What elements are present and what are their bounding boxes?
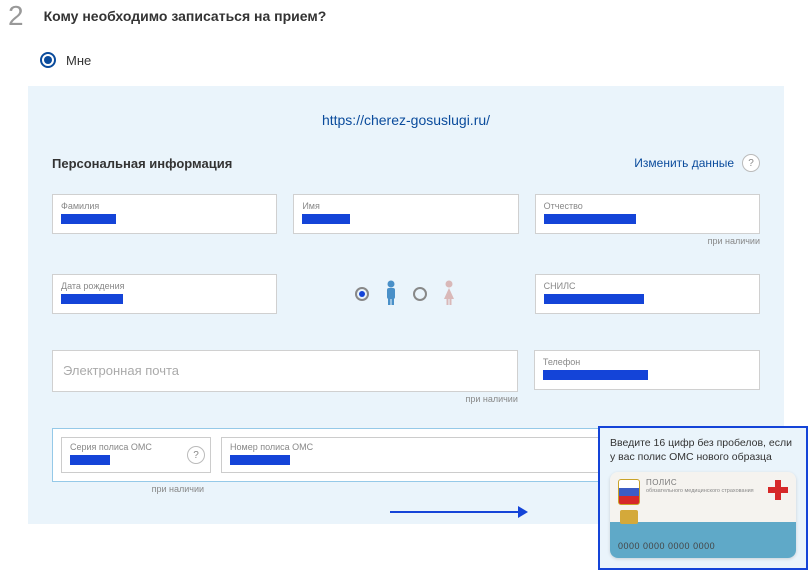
lastname-field[interactable]: Фамилия: [52, 194, 277, 234]
annotation-arrow-head: [518, 506, 528, 518]
snils-field[interactable]: СНИЛС: [535, 274, 760, 314]
oms-series-label: Серия полиса ОМС: [70, 442, 202, 452]
gender-selector: [293, 274, 518, 314]
section-title: Персональная информация: [52, 156, 232, 171]
redacted-value: [544, 214, 636, 224]
redacted-value: [61, 294, 123, 304]
medical-cross-icon: [768, 480, 788, 500]
redacted-value: [61, 214, 116, 224]
snils-label: СНИЛС: [544, 281, 751, 291]
birthdate-field[interactable]: Дата рождения: [52, 274, 277, 314]
annotation-arrow: [390, 511, 520, 513]
optional-hint: при наличии: [54, 484, 204, 494]
chip-icon: [620, 510, 638, 524]
female-icon: [441, 280, 457, 309]
redacted-value: [70, 455, 110, 465]
source-url[interactable]: https://cherez-gosuslugi.ru/: [52, 106, 760, 154]
male-icon: [383, 280, 399, 309]
lastname-label: Фамилия: [61, 201, 268, 211]
firstname-field[interactable]: Имя: [293, 194, 518, 234]
redacted-value: [230, 455, 290, 465]
redacted-value: [543, 370, 648, 380]
gender-male-radio[interactable]: [355, 287, 369, 301]
birthdate-label: Дата рождения: [61, 281, 268, 291]
email-field[interactable]: Электронная почта: [52, 350, 518, 392]
card-number: 0000 0000 0000 0000: [618, 540, 715, 552]
help-icon[interactable]: ?: [742, 154, 760, 172]
redacted-value: [302, 214, 350, 224]
emblem-icon: [618, 479, 640, 505]
radio-self-label: Мне: [66, 53, 91, 68]
change-data-link[interactable]: Изменить данные: [634, 156, 734, 170]
phone-label: Телефон: [543, 357, 751, 367]
oms-card-sample: ПОЛИС обязательного медицинского страхов…: [610, 472, 796, 558]
oms-tooltip: Введите 16 цифр без пробелов, если у вас…: [598, 426, 808, 570]
patronymic-label: Отчество: [544, 201, 751, 211]
firstname-label: Имя: [302, 201, 509, 211]
optional-hint: при наличии: [52, 394, 518, 404]
email-placeholder: Электронная почта: [63, 363, 179, 378]
step-title: Кому необходимо записаться на прием?: [44, 8, 327, 24]
step-number: 2: [0, 0, 24, 32]
radio-self[interactable]: [40, 52, 56, 68]
tooltip-text: Введите 16 цифр без пробелов, если у вас…: [610, 436, 796, 464]
patronymic-field[interactable]: Отчество: [535, 194, 760, 234]
redacted-value: [544, 294, 644, 304]
gender-female-radio[interactable]: [413, 287, 427, 301]
optional-hint: при наличии: [535, 236, 760, 246]
help-icon[interactable]: ?: [187, 446, 205, 464]
phone-field[interactable]: Телефон: [534, 350, 760, 390]
card-subtitle: обязательного медицинского страхования: [646, 488, 754, 495]
